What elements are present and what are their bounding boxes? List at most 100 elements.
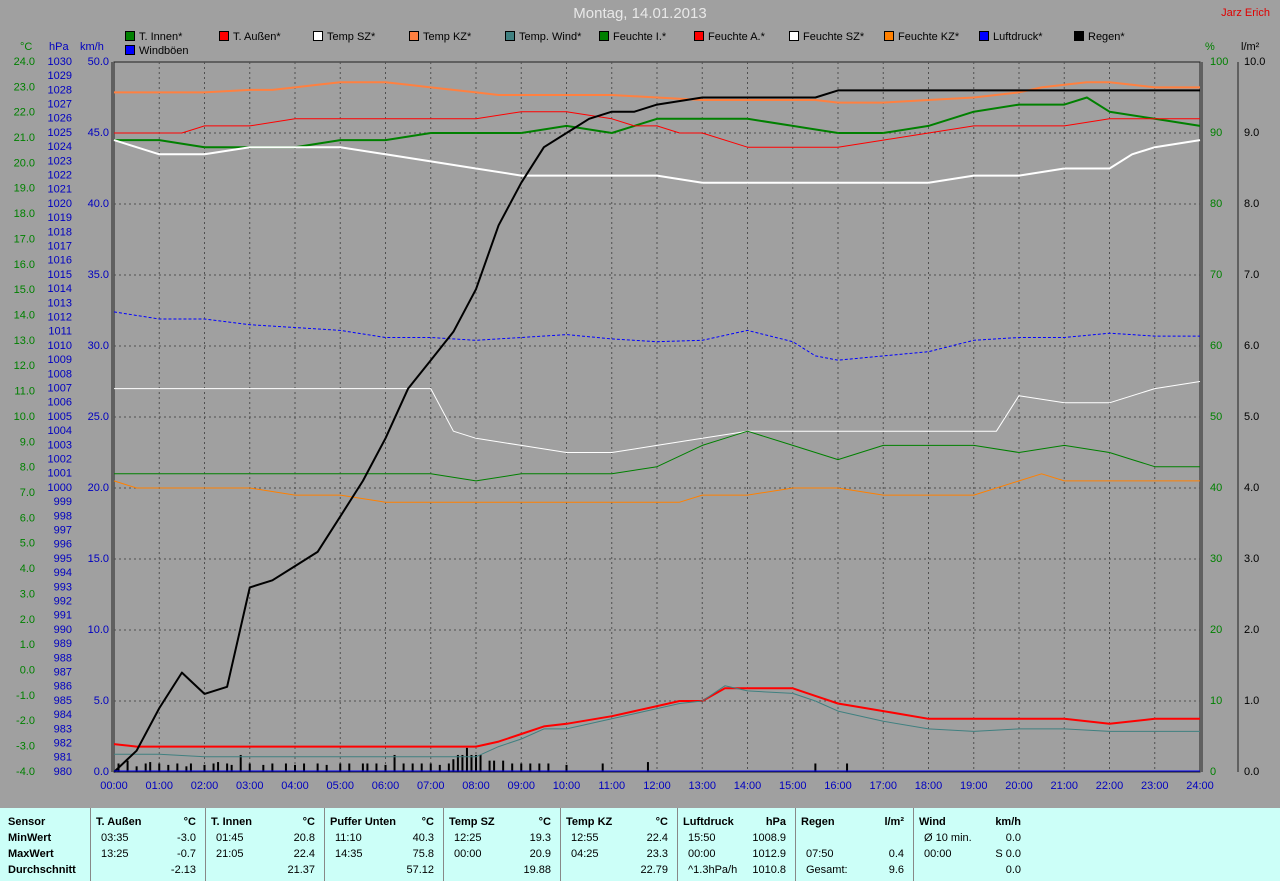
legend-swatch	[125, 31, 135, 41]
stats-cell: 19.88	[523, 864, 551, 876]
stats-cell: 04:25	[571, 848, 599, 860]
wind-tick-label: 50.0	[88, 56, 109, 68]
time-tick-label: 05:00	[326, 780, 354, 792]
wind-tick-label: 0.0	[94, 766, 109, 778]
stats-cell: °C	[538, 816, 551, 828]
temperature-tick-label: 9.0	[20, 436, 35, 448]
stats-cell: 20.8	[293, 832, 315, 844]
legend-swatch	[979, 31, 989, 41]
stats-cell: 19.3	[529, 832, 551, 844]
stats-cell: -2.13	[170, 864, 196, 876]
legend-label: Temp SZ*	[327, 31, 376, 43]
pressure-tick-label: 1014	[48, 283, 72, 295]
wind-tick-label: 40.0	[88, 198, 109, 210]
pressure-tick-label: 985	[54, 695, 72, 707]
temperature-tick-label: 6.0	[20, 512, 35, 524]
time-tick-label: 21:00	[1050, 780, 1078, 792]
stats-cell: 0.0	[1005, 864, 1021, 876]
pressure-tick-label: 1028	[48, 84, 72, 96]
pressure-tick-label: 1010	[48, 340, 72, 352]
stats-cell: S 0.0	[995, 848, 1021, 860]
wind-gust-bar	[452, 759, 455, 772]
wind-gust-bar	[470, 754, 473, 772]
humidity-tick-label: 30	[1210, 553, 1222, 565]
rain-axis: 10.0 9.0 8.0 7.0 6.0 5.0 4.0 3.0 2.0 1.0 0.0	[1244, 56, 1265, 778]
time-tick-label: 18:00	[915, 780, 943, 792]
pressure-tick-label: 1024	[48, 141, 72, 153]
temperature-tick-label: 19.0	[14, 183, 35, 195]
stats-cell: -0.7	[177, 848, 196, 860]
legend-label: T. Innen*	[139, 31, 183, 43]
stats-column: Puffer Unten °C 11:10 40.3 14:35 75.8 57.12	[324, 808, 444, 881]
rain-tick-label: 5.0	[1244, 411, 1259, 423]
stats-cell: 21.37	[287, 864, 315, 876]
stats-cell: 11:10	[335, 832, 362, 844]
pressure-tick-label: 982	[54, 738, 72, 750]
pressure-tick-label: 1000	[48, 482, 72, 494]
legend-item: T. Außen*	[219, 31, 281, 43]
wind-tick-label: 30.0	[88, 340, 109, 352]
wind-tick-label: 20.0	[88, 482, 109, 494]
humidity-tick-label: 70	[1210, 269, 1222, 281]
rain-tick-label: 3.0	[1244, 553, 1259, 565]
legend-label: Temp. Wind*	[519, 31, 582, 43]
stats-cell: 14:35	[335, 848, 363, 860]
pressure-tick-label: 1027	[48, 99, 72, 111]
pressure-tick-label: 1003	[48, 439, 72, 451]
stats-cell: °C	[655, 816, 668, 828]
legend-swatch	[1074, 31, 1084, 41]
temperature-tick-label: 8.0	[20, 462, 35, 474]
unit-rain: l/m²	[1241, 41, 1260, 53]
time-tick-label: 03:00	[236, 780, 264, 792]
pressure-tick-label: 1023	[48, 155, 72, 167]
pressure-tick-label: 1015	[48, 269, 72, 281]
humidity-tick-label: 20	[1210, 624, 1222, 636]
temperature-tick-label: 4.0	[20, 563, 35, 575]
stats-cell: Luftdruck	[683, 816, 734, 828]
stats-cell: 01:45	[216, 832, 244, 844]
legend-swatch	[409, 31, 419, 41]
rain-tick-label: 2.0	[1244, 624, 1259, 636]
pressure-tick-label: 1016	[48, 255, 72, 267]
pressure-tick-label: 990	[54, 624, 72, 636]
stats-cell: T. Außen	[96, 816, 142, 828]
time-tick-label: 09:00	[507, 780, 535, 792]
pressure-tick-label: 998	[54, 510, 72, 522]
stats-cell: Gesamt:	[806, 864, 848, 876]
wind-gust-bar	[479, 754, 482, 772]
stats-cell: Wind	[919, 816, 946, 828]
legend-swatch	[789, 31, 799, 41]
time-tick-label: 24:00	[1186, 780, 1214, 792]
legend-swatch	[884, 31, 894, 41]
stats-column: Luftdruck hPa 15:50 1008.9 00:00 1012.9 ^1.3hP…	[677, 808, 796, 881]
time-tick-label: 08:00	[462, 780, 490, 792]
wind-gust-bar	[239, 754, 242, 772]
temperature-tick-label: 14.0	[14, 309, 35, 321]
humidity-tick-label: 90	[1210, 127, 1222, 139]
stats-cell: l/m²	[884, 816, 904, 828]
wind-tick-label: 45.0	[88, 127, 109, 139]
pressure-tick-label: 984	[54, 709, 72, 721]
stats-cell: T. Innen	[211, 816, 252, 828]
legend-label: Feuchte SZ*	[803, 31, 865, 43]
stats-cell: Durchschnitt	[8, 864, 76, 876]
pressure-tick-label: 1008	[48, 368, 72, 380]
temperature-tick-label: 2.0	[20, 614, 35, 626]
pressure-tick-label: 1029	[48, 70, 72, 82]
stats-cell: 22.79	[640, 864, 668, 876]
pressure-tick-label: 994	[54, 567, 72, 579]
legend-item: Feuchte SZ*	[789, 31, 864, 43]
time-tick-label: 23:00	[1141, 780, 1169, 792]
legend-label: Luftdruck*	[993, 31, 1043, 43]
wind-tick-label: 5.0	[94, 695, 109, 707]
rain-tick-label: 7.0	[1244, 269, 1259, 281]
stats-cell: 0.0	[1005, 832, 1021, 844]
pressure-tick-label: 980	[54, 766, 72, 778]
temperature-tick-label: 3.0	[20, 588, 35, 600]
rain-tick-label: 9.0	[1244, 127, 1259, 139]
stats-cell: 57.12	[406, 864, 434, 876]
stats-cell: 07:50	[806, 848, 834, 860]
pressure-tick-label: 986	[54, 681, 72, 693]
time-tick-label: 14:00	[734, 780, 762, 792]
time-tick-label: 22:00	[1096, 780, 1124, 792]
